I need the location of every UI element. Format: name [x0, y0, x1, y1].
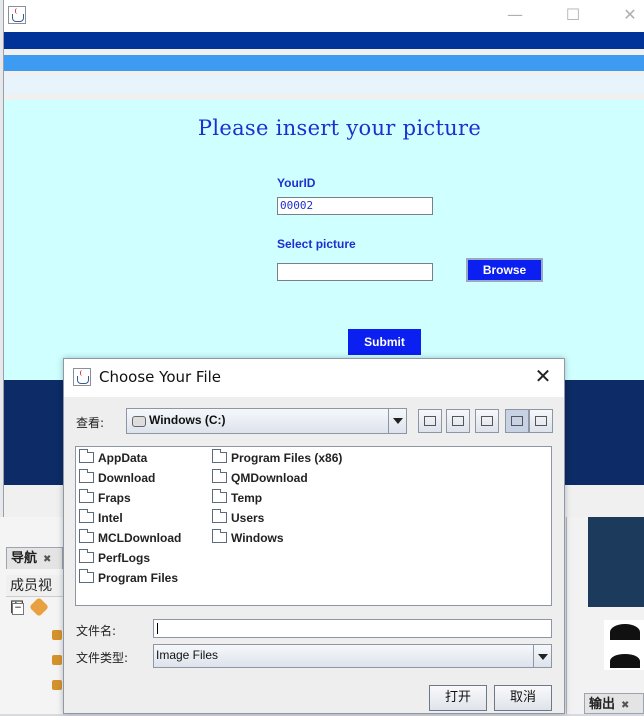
file-type-value: Image Files	[156, 648, 219, 662]
list-item[interactable]: AppData	[79, 448, 147, 468]
folder-icon	[212, 449, 227, 464]
minimize-icon[interactable]: —	[506, 6, 524, 24]
look-in-label: 查看:	[76, 416, 105, 430]
folder-icon	[212, 469, 227, 484]
java-icon	[8, 6, 26, 24]
up-folder-button[interactable]	[418, 409, 442, 433]
list-item-label: Download	[98, 471, 156, 485]
maximize-icon[interactable]: ☐	[564, 6, 582, 24]
cancel-button[interactable]: 取消	[494, 685, 552, 711]
list-item-label: Windows	[231, 531, 284, 545]
list-view-button[interactable]	[505, 409, 529, 433]
home-icon	[452, 416, 464, 426]
chevron-down-icon[interactable]	[388, 409, 406, 433]
up-folder-icon	[424, 416, 436, 426]
close-icon[interactable]: ✖	[43, 554, 51, 565]
window-titlebar: — ☐ ✕	[4, 0, 644, 32]
file-type-dropdown[interactable]: Image Files	[153, 644, 552, 668]
tab-output[interactable]: 输出 ✖	[584, 693, 644, 714]
select-picture-label: Select picture	[277, 237, 356, 251]
list-item[interactable]: MCLDownload	[79, 528, 181, 548]
list-item-label: Program Files (x86)	[231, 451, 343, 465]
lock-icon	[52, 655, 62, 665]
list-item-label: QMDownload	[231, 471, 308, 485]
header-band-pale	[4, 76, 644, 94]
list-item[interactable]: Program Files	[79, 568, 178, 588]
home-button[interactable]	[446, 409, 470, 433]
your-id-field[interactable]: 00002	[277, 197, 433, 215]
folder-icon	[79, 549, 94, 564]
list-item-label: Program Files	[98, 571, 179, 585]
folder-icon	[212, 509, 227, 524]
list-item[interactable]: Windows	[212, 528, 284, 548]
look-in-value: Windows (C:)	[149, 413, 226, 427]
lock-icon	[52, 630, 62, 640]
text-caret	[157, 623, 158, 634]
tab-output-label: 输出	[589, 697, 616, 712]
list-view-icon	[511, 416, 523, 426]
list-item-label: PerfLogs	[98, 551, 151, 565]
list-item-label: Intel	[98, 511, 123, 525]
drive-icon	[132, 416, 146, 427]
browse-button[interactable]: Browse	[466, 258, 543, 282]
folder-icon	[79, 569, 94, 584]
java-icon	[73, 368, 91, 386]
list-item-label: Temp	[231, 491, 263, 505]
details-view-button[interactable]	[529, 409, 553, 433]
header-band-dark	[4, 32, 644, 49]
list-item[interactable]: Intel	[79, 508, 123, 528]
folder-icon	[79, 469, 94, 484]
open-button[interactable]: 打开	[429, 685, 487, 711]
list-item[interactable]: QMDownload	[212, 468, 308, 488]
look-in-dropdown[interactable]: Windows (C:)	[126, 408, 407, 434]
member-view-selector[interactable]: 成员视图	[6, 575, 63, 616]
page-title: Please insert your picture	[197, 116, 482, 140]
list-item-label: AppData	[98, 451, 148, 465]
folder-icon	[79, 449, 94, 464]
folder-icon	[79, 529, 94, 544]
list-item[interactable]: Program Files (x86)	[212, 448, 342, 468]
lock-icon	[52, 680, 62, 690]
crown-image	[604, 620, 644, 670]
new-folder-icon	[481, 416, 493, 426]
folder-icon	[212, 489, 227, 504]
tab-navigator-label: 导航	[11, 551, 38, 566]
file-type-label: 文件类型:	[76, 651, 129, 665]
close-icon[interactable]: ✕	[621, 6, 639, 24]
tab-navigator[interactable]: 导航 ✖	[6, 547, 63, 569]
header-band-light	[4, 55, 644, 71]
list-item-label: Users	[231, 511, 265, 525]
list-item[interactable]: PerfLogs	[79, 548, 150, 568]
form-area: Please insert your picture YourID 00002 …	[4, 100, 644, 380]
close-icon[interactable]: ✖	[621, 700, 629, 711]
folder-icon	[79, 489, 94, 504]
file-list[interactable]: AppData Download Fraps Intel MCLDownload…	[75, 446, 552, 606]
file-name-field[interactable]	[153, 619, 552, 638]
your-id-label: YourID	[277, 176, 316, 190]
preview-image	[588, 517, 644, 607]
folder-icon	[79, 509, 94, 524]
list-item[interactable]: Download	[79, 468, 155, 488]
dialog-titlebar: Choose Your File ✕	[64, 359, 564, 397]
file-chooser-dialog: Choose Your File ✕ 查看: Windows (C:) AppD…	[63, 358, 565, 714]
dialog-title: Choose Your File	[99, 368, 222, 386]
folder-icon	[212, 529, 227, 544]
picture-path-field[interactable]	[277, 263, 433, 281]
list-item[interactable]: Fraps	[79, 488, 131, 508]
list-item-label: MCLDownload	[98, 531, 182, 545]
close-icon[interactable]: ✕	[532, 365, 554, 387]
file-name-label: 文件名:	[76, 624, 117, 638]
list-item[interactable]: Users	[212, 508, 264, 528]
list-item-label: Fraps	[98, 491, 131, 505]
submit-button[interactable]: Submit	[348, 329, 421, 355]
chevron-down-icon[interactable]	[533, 645, 551, 667]
new-folder-button[interactable]	[475, 409, 499, 433]
details-view-icon	[535, 416, 547, 426]
tree-collapse-icon[interactable]: −	[12, 603, 24, 615]
list-item[interactable]: Temp	[212, 488, 262, 508]
